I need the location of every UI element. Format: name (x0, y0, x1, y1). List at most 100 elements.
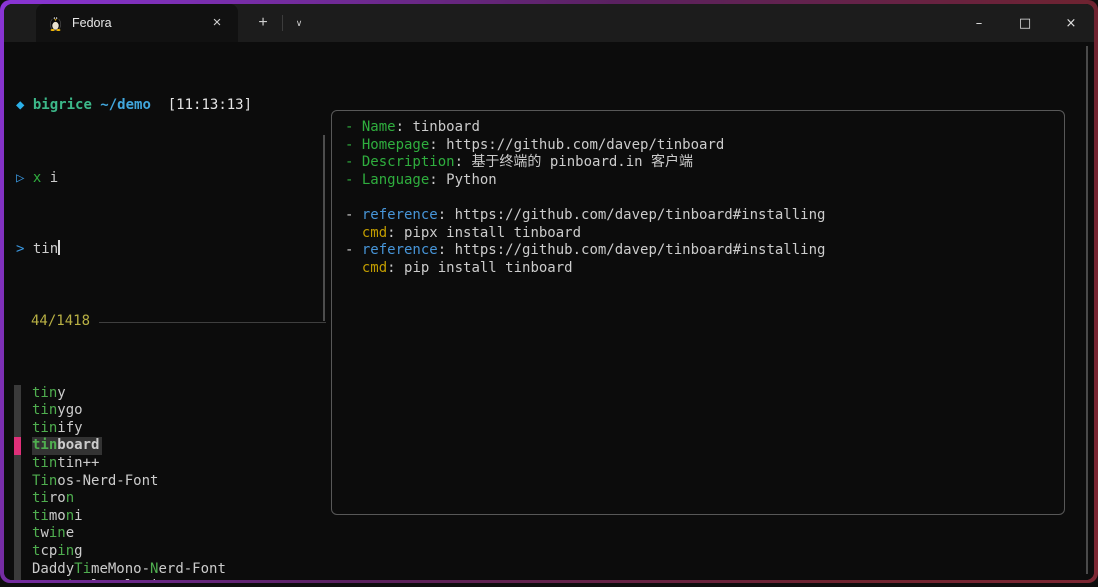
preview-text (345, 260, 362, 276)
maximize-button[interactable]: □ (1002, 4, 1048, 42)
preview-key: reference (362, 242, 438, 258)
new-tab-button[interactable]: + (250, 11, 276, 36)
preview-text: : (438, 207, 455, 223)
match-highlight: tin (32, 385, 57, 401)
result-row[interactable]: tinify (14, 420, 326, 438)
command-line: ▷ x i (14, 170, 326, 188)
result-row[interactable]: DaddyTimeMono-Nerd-Font (14, 561, 326, 579)
result-row[interactable]: timoni (14, 508, 326, 526)
gutter (14, 455, 21, 473)
prompt-path: ~/demo (92, 97, 151, 113)
prompt-timestamp: [11:13:13] (151, 97, 252, 113)
preview-text: : (429, 172, 446, 188)
preview-text (345, 225, 362, 241)
result-row[interactable]: terminal_velocity (14, 578, 326, 580)
list-scrollbar[interactable] (323, 135, 325, 321)
plain-text: ygo (57, 402, 82, 418)
result-row[interactable]: tintin++ (14, 455, 326, 473)
result-label: terminal_velocity (32, 578, 175, 580)
result-label: tiron (32, 490, 74, 508)
match-highlight: Tin (32, 473, 57, 489)
minimize-button[interactable]: – (956, 4, 1002, 42)
tabbar-divider (282, 15, 283, 31)
fzf-query-input[interactable]: tin (24, 241, 58, 257)
plain-text: tin++ (57, 455, 99, 471)
plain-text: os-Nerd-Font (57, 473, 158, 489)
preview-text: - (345, 242, 362, 258)
preview-text: : (387, 225, 404, 241)
result-row[interactable]: Tinos-Nerd-Font (14, 473, 326, 491)
preview-line: - Homepage: https://github.com/davep/tin… (345, 137, 1058, 155)
match-highlight: ti (32, 508, 49, 524)
match-highlight: in (49, 525, 66, 541)
preview-key: - Description (345, 154, 455, 170)
preview-line: - Description: 基于终端的 pinboard.in 客户端 (345, 154, 1058, 172)
result-row[interactable]: twine (14, 525, 326, 543)
result-label: timoni (32, 508, 83, 526)
plain-text: ify (57, 420, 82, 436)
preview-text: Python (446, 172, 497, 188)
result-row[interactable]: tcping (14, 543, 326, 561)
result-row[interactable]: tiron (14, 490, 326, 508)
tab-dropdown-icon[interactable]: ∨ (286, 11, 312, 36)
gutter (14, 525, 21, 543)
match-highlight: tin (32, 420, 57, 436)
window-controls: – □ × (956, 4, 1094, 42)
plain-text: y (57, 385, 65, 401)
result-list: tinytinygotinifytinboardtintin++Tinos-Ne… (14, 385, 326, 580)
result-label: tiny (32, 385, 66, 403)
shell-prompt-line: ◆ bigrice ~/demo [11:13:13] (14, 97, 326, 115)
preview-key: cmd (362, 260, 387, 276)
command-name: x (24, 170, 41, 186)
match-counter-row: 44/1418 (14, 313, 326, 331)
linux-tux-icon (48, 15, 63, 31)
plain-text: meMono- (91, 561, 150, 577)
preview-text: pip install tinboard (404, 260, 573, 276)
plain-text: w (40, 525, 48, 541)
preview-text: : (438, 242, 455, 258)
preview-text: : (429, 137, 446, 153)
plain-text: g (74, 543, 82, 559)
tab-fedora[interactable]: Fedora × (36, 4, 238, 42)
titlebar[interactable]: Fedora × + ∨ – □ × (4, 4, 1094, 42)
terminal-scrollbar[interactable] (1086, 46, 1088, 574)
gutter (14, 490, 21, 508)
plain-text: mo (49, 508, 66, 524)
result-label: tinify (32, 420, 83, 438)
plain-text: board (57, 437, 99, 453)
preview-panel: - Name: tinboard- Homepage: https://gith… (331, 110, 1065, 515)
gutter (14, 578, 21, 580)
preview-key: - Homepage (345, 137, 429, 153)
plain-text: cp (40, 543, 57, 559)
preview-text: tinboard (412, 119, 479, 135)
preview-text: - (345, 207, 362, 223)
tab-title: Fedora (72, 16, 206, 30)
terminal-canvas[interactable]: ◆ bigrice ~/demo [11:13:13] ▷ x i > tin … (4, 42, 1094, 580)
preview-line (345, 189, 1058, 207)
preview-line: cmd: pip install tinboard (345, 260, 1058, 278)
match-highlight: tin (32, 437, 57, 453)
preview-text: 基于终端的 pinboard.in 客户端 (471, 154, 693, 170)
tab-close-icon[interactable]: × (206, 12, 228, 34)
close-button[interactable]: × (1048, 4, 1094, 42)
result-label: tintin++ (32, 455, 99, 473)
pointer-marker (14, 437, 21, 455)
window-accent-border: Fedora × + ∨ – □ × ◆ bigrice ~/demo [11:… (0, 0, 1098, 583)
text-cursor (58, 240, 60, 255)
result-row[interactable]: tiny (14, 385, 326, 403)
preview-line: - reference: https://github.com/davep/ti… (345, 207, 1058, 225)
preview-content: - Name: tinboard- Homepage: https://gith… (345, 119, 1058, 277)
result-label: tcping (32, 543, 83, 561)
result-row[interactable]: tinygo (14, 402, 326, 420)
match-highlight: Ti (74, 561, 91, 577)
result-row-selected[interactable]: tinboard (14, 437, 326, 455)
preview-line: - Language: Python (345, 172, 1058, 190)
plain-text: ro (49, 490, 66, 506)
result-label: tinboard (32, 437, 102, 455)
result-label: tinygo (32, 402, 83, 420)
command-arg: i (41, 170, 58, 186)
fzf-query-line[interactable]: > tin (14, 240, 326, 259)
plain-text: erm (40, 578, 65, 580)
gutter (14, 561, 21, 579)
result-label: DaddyTimeMono-Nerd-Font (32, 561, 226, 579)
